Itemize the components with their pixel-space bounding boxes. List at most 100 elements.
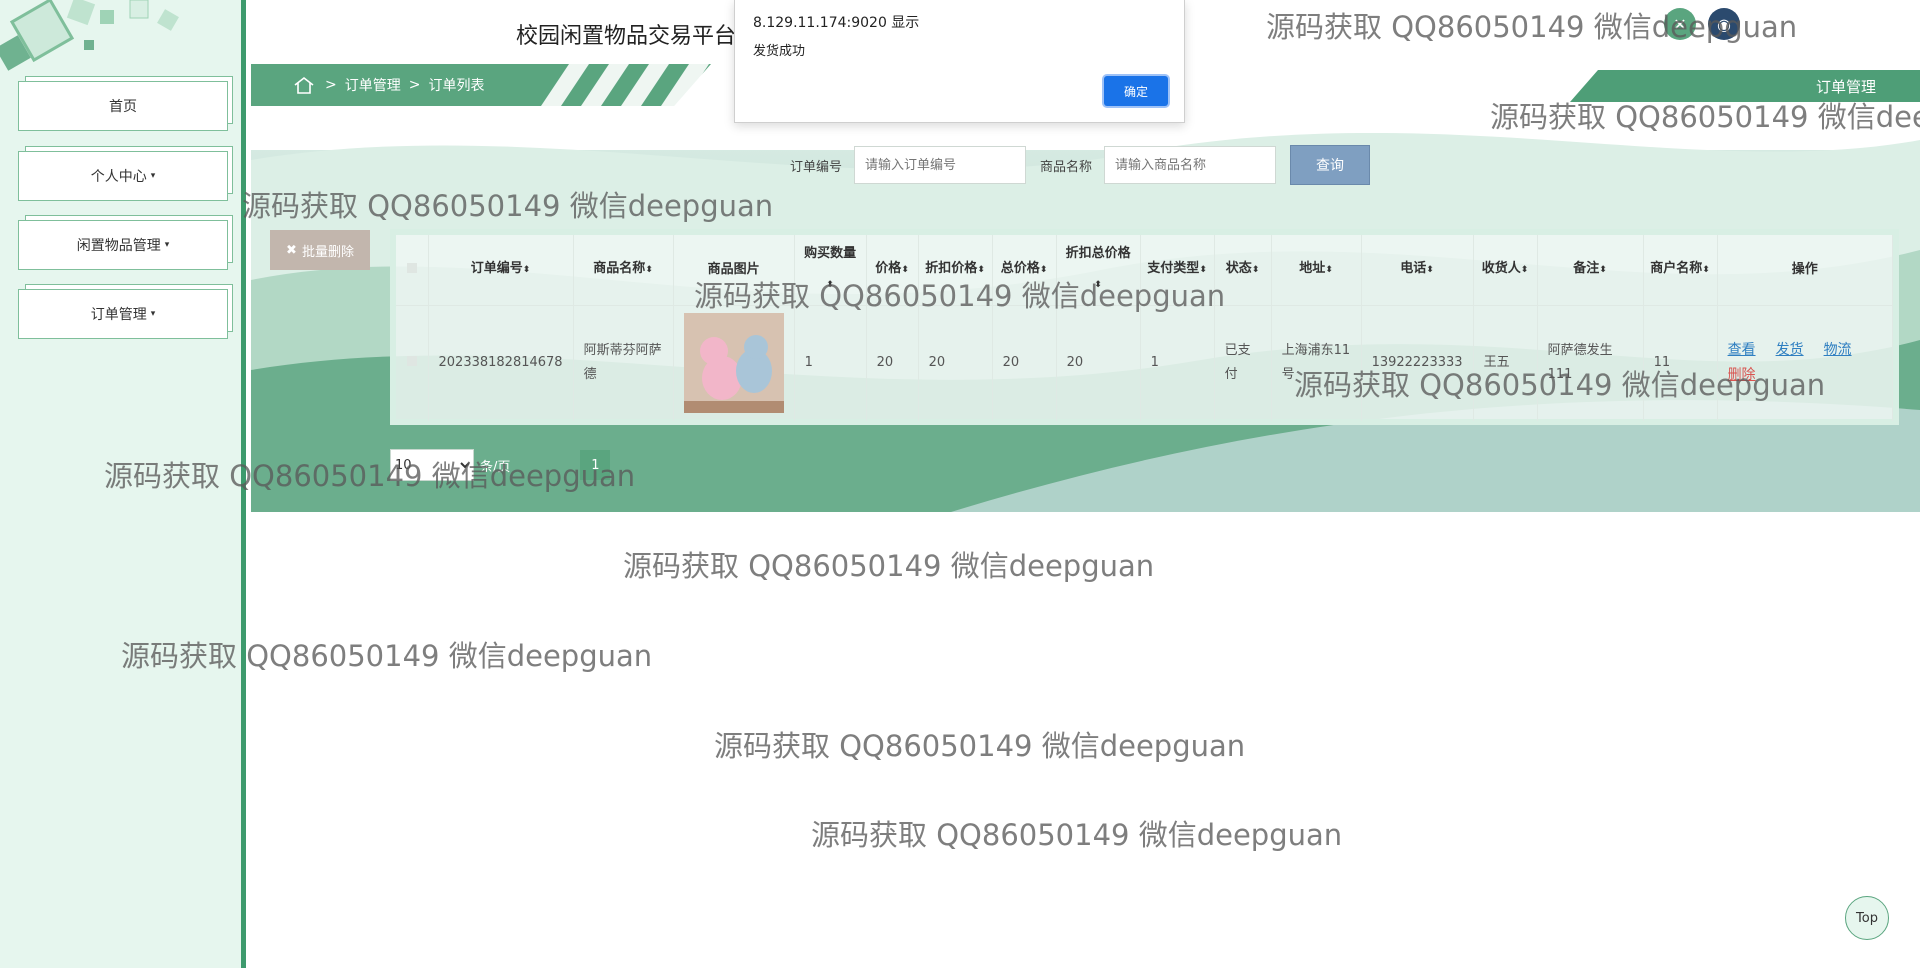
sort-icon: ⬍ xyxy=(901,265,909,276)
column-header[interactable]: 折扣总价格 ⬍ xyxy=(1056,235,1141,305)
sort-icon: ⬍ xyxy=(1520,265,1529,276)
sort-icon: ⬍ xyxy=(826,280,834,291)
goods-name-label: 商品名称 xyxy=(1040,159,1093,175)
column-header[interactable]: 购买数量 ⬍ xyxy=(794,235,867,305)
alert-message: 发货成功 xyxy=(753,44,806,59)
sort-icon: ⬍ xyxy=(522,265,531,276)
sort-icon: ⬍ xyxy=(1325,265,1333,276)
watermark: 源码获取 QQ86050149 微信deepguan xyxy=(811,818,1343,852)
pagination: 10 条/页 1 xyxy=(390,449,611,481)
breadcrumb-order-list: 订单列表 xyxy=(428,78,485,94)
search-form: 订单编号 商品名称 查询 xyxy=(790,145,1371,185)
cell-quantity: 1 xyxy=(794,305,867,421)
select-all-header[interactable] xyxy=(396,235,429,305)
column-header[interactable]: 价格⬍ xyxy=(866,235,919,305)
sidebar-item-label: 个人中心 xyxy=(90,169,147,185)
sidebar: 首页 个人中心 ▾ 闲置物品管理 ▾ 订单管理 ▾ xyxy=(0,0,246,968)
close-icon[interactable]: ✕ xyxy=(1664,8,1696,40)
close-icon: ✖ xyxy=(286,242,297,258)
column-header-label: 操作 xyxy=(1791,261,1818,277)
column-header[interactable]: 商品图片 xyxy=(673,235,795,305)
batch-delete-button[interactable]: ✖ 批量删除 xyxy=(270,230,370,270)
cell-merchant: 11 xyxy=(1643,305,1718,421)
chevron-down-icon: ▾ xyxy=(150,309,156,319)
table-header-row: 订单编号⬍ 商品名称⬍ 商品图片 购买数量⬍ 价格⬍ 折扣价格⬍ 总价格⬍ 折扣… xyxy=(396,235,1894,305)
back-to-top-button[interactable]: Top xyxy=(1845,896,1889,940)
home-icon[interactable] xyxy=(293,76,315,94)
column-header[interactable]: 地址⬍ xyxy=(1271,235,1362,305)
sort-icon: ⬍ xyxy=(1599,265,1607,276)
column-header-label: 状态 xyxy=(1225,261,1252,277)
column-header[interactable]: 总价格⬍ xyxy=(992,235,1057,305)
table-row: 202338182814678 阿斯蒂芬阿萨德 1 20 20 20 20 1 … xyxy=(396,305,1894,421)
goods-name-input[interactable] xyxy=(1104,146,1277,184)
delete-link[interactable]: 删除 xyxy=(1728,367,1756,383)
watermark: 源码获取 QQ86050149 微信deepguan xyxy=(714,729,1246,763)
column-header[interactable]: 状态⬍ xyxy=(1214,235,1272,305)
column-header[interactable]: 电话⬍ xyxy=(1361,235,1474,305)
column-header[interactable]: 收货人⬍ xyxy=(1473,235,1538,305)
current-module-tab: 订单管理 xyxy=(1570,70,1920,102)
order-no-label: 订单编号 xyxy=(790,159,843,175)
row-checkbox[interactable] xyxy=(406,356,417,367)
column-header[interactable]: 订单编号⬍ xyxy=(428,235,574,305)
column-header-label: 商品名称 xyxy=(593,261,646,277)
sort-icon: ⬍ xyxy=(1426,265,1434,276)
column-header[interactable]: 商品名称⬍ xyxy=(573,235,674,305)
cell-address: 上海浦东11号 xyxy=(1271,305,1362,421)
cell-goods-image xyxy=(673,305,795,421)
sidebar-item-label: 首页 xyxy=(109,99,137,115)
cell-status: 已支付 xyxy=(1214,305,1272,421)
column-header-label: 地址 xyxy=(1299,261,1326,277)
column-header-label: 支付类型 xyxy=(1147,261,1200,277)
cell-order-no: 202338182814678 xyxy=(428,305,574,421)
breadcrumb-orders[interactable]: 订单管理 xyxy=(345,75,401,95)
cell-total: 20 xyxy=(992,305,1057,421)
column-header[interactable]: 备注⬍ xyxy=(1537,235,1644,305)
batch-delete-label: 批量删除 xyxy=(301,244,354,260)
cell-goods-name: 阿斯蒂芬阿萨德 xyxy=(573,305,674,421)
alert-origin: 8.129.11.174:9020 显示 xyxy=(753,15,920,31)
goods-image xyxy=(683,313,784,414)
cell-receiver: 王五 xyxy=(1473,305,1538,421)
cell-pay-type: 1 xyxy=(1140,305,1215,421)
sidebar-logo-decoration xyxy=(0,0,179,71)
sidebar-item-idle-goods[interactable]: 闲置物品管理 ▾ xyxy=(18,220,228,270)
column-header[interactable]: 商户名称⬍ xyxy=(1643,235,1718,305)
logistics-link[interactable]: 物流 xyxy=(1824,342,1852,358)
select-all-checkbox[interactable] xyxy=(406,262,417,273)
cell-phone: 13922223333 xyxy=(1361,305,1474,421)
cell-note: 阿萨德发生111 xyxy=(1537,305,1644,421)
chevron-down-icon: ▾ xyxy=(164,240,170,250)
sort-icon: ⬍ xyxy=(977,265,985,276)
ship-link[interactable]: 发货 xyxy=(1776,342,1804,358)
page-number-button[interactable]: 1 xyxy=(580,450,611,480)
sort-icon: ⬍ xyxy=(1199,265,1207,276)
user-icon[interactable]: ◉ xyxy=(1708,8,1740,40)
column-header-label: 商品图片 xyxy=(707,261,760,277)
sort-icon: ⬍ xyxy=(645,265,653,276)
view-link[interactable]: 查看 xyxy=(1728,342,1756,358)
sort-icon: ⬍ xyxy=(1251,265,1260,276)
site-title: 校园闲置物品交易平台 xyxy=(516,24,737,49)
column-header: 操作 xyxy=(1717,235,1894,305)
sort-icon: ⬍ xyxy=(1039,265,1048,276)
row-select-cell[interactable] xyxy=(396,305,429,421)
page-size-select[interactable]: 10 xyxy=(390,449,474,481)
sidebar-item-orders[interactable]: 订单管理 ▾ xyxy=(18,289,228,339)
alert-ok-button[interactable]: 确定 xyxy=(1104,76,1168,106)
sidebar-item-home[interactable]: 首页 xyxy=(18,81,228,131)
column-header-label: 折扣总价格 xyxy=(1065,246,1131,262)
column-header-label: 折扣价格 xyxy=(925,261,978,277)
order-no-input[interactable] xyxy=(854,146,1027,184)
column-header-label: 收货人 xyxy=(1481,261,1521,277)
column-header[interactable]: 支付类型⬍ xyxy=(1140,235,1215,305)
sidebar-item-label: 订单管理 xyxy=(90,307,147,323)
breadcrumb-separator: > xyxy=(408,77,421,93)
sidebar-item-personal-center[interactable]: 个人中心 ▾ xyxy=(18,151,228,201)
orders-table: 订单编号⬍ 商品名称⬍ 商品图片 购买数量⬍ 价格⬍ 折扣价格⬍ 总价格⬍ 折扣… xyxy=(390,229,1899,425)
column-header[interactable]: 折扣价格⬍ xyxy=(918,235,993,305)
page-size-suffix: 条/页 xyxy=(480,459,511,475)
query-button[interactable]: 查询 xyxy=(1290,145,1371,185)
plush-toy-image xyxy=(683,313,784,414)
